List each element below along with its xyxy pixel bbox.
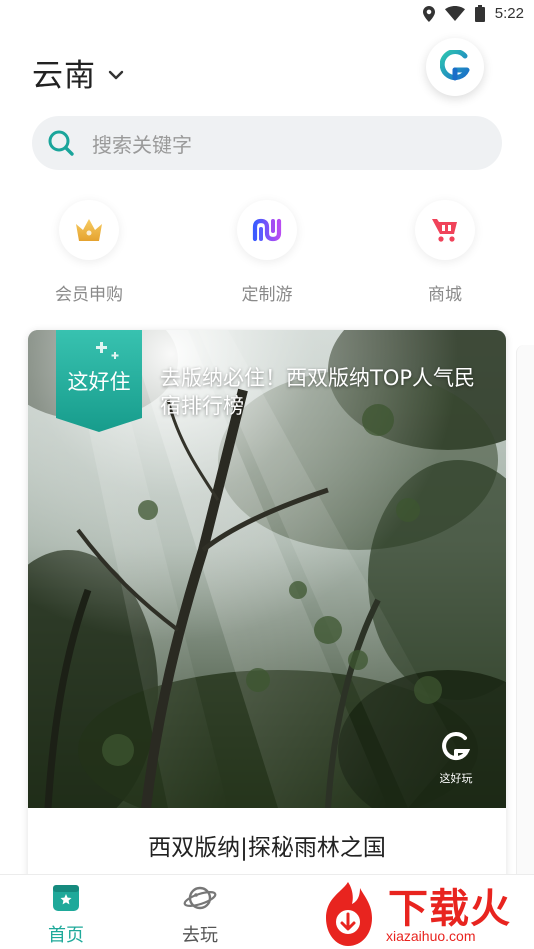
battery-icon (474, 5, 485, 22)
custom-tour-icon (252, 218, 282, 242)
status-bar: 5:22 (0, 0, 534, 30)
quick-nav: 会员申购 定制游 商城 (0, 200, 534, 310)
promo-name: 下载火 (388, 886, 511, 932)
region-name: 云南 (32, 58, 96, 94)
watermark-text: 这好玩 (439, 772, 473, 785)
quick-item-membership[interactable]: 会员申购 (29, 200, 149, 305)
card-overlay-title: 去版纳必住！西双版纳TOP人气民宿排行榜 (160, 366, 476, 418)
search-placeholder: 搜索关键字 (92, 132, 192, 157)
tab-label: 去玩 (182, 925, 218, 946)
shopping-cart-icon (432, 219, 457, 242)
tab-explore[interactable]: 去玩 (160, 883, 240, 947)
wifi-icon (444, 6, 465, 21)
quick-label: 会员申购 (55, 285, 123, 305)
card-image: 这好住 去版纳必住！西双版纳TOP人气民宿排行榜 这好玩 (28, 330, 506, 808)
tab-home[interactable]: 首页 (26, 883, 106, 947)
search-bar[interactable]: 搜索关键字 (32, 116, 502, 170)
location-icon (422, 5, 435, 22)
card-badge: 这好住 (56, 330, 142, 432)
app-screen: 5:22 云南 搜索关键字 会员申购 定制游 商城 这好住 去版纳必住！西双版纳… (0, 0, 534, 949)
home-tab-icon (53, 885, 79, 911)
quick-circle (415, 200, 475, 260)
search-icon (48, 130, 74, 156)
promo-url: xiazaihuo.com (386, 928, 476, 944)
promo-watermark: 下载火 xiazaihuo.com (312, 878, 534, 949)
card-watermark: 这好玩 (436, 732, 476, 786)
badge-label: 这好住 (67, 370, 131, 394)
crown-icon (76, 219, 102, 241)
quick-label: 商城 (428, 285, 462, 305)
card-title: 西双版纳|探秘雨林之国 (148, 835, 386, 861)
quick-item-custom-tour[interactable]: 定制游 (207, 200, 327, 305)
brand-logo-button[interactable] (426, 38, 484, 96)
watermark-logo-icon (442, 732, 471, 761)
quick-label: 定制游 (241, 285, 293, 305)
quick-circle (59, 200, 119, 260)
quick-item-mall[interactable]: 商城 (385, 200, 505, 305)
tab-label: 首页 (48, 925, 84, 946)
chevron-down-icon (108, 70, 124, 79)
region-selector[interactable]: 云南 (32, 50, 124, 95)
flame-logo-icon (326, 882, 372, 946)
brand-logo-icon (440, 50, 470, 81)
feature-card[interactable]: 这好住 去版纳必住！西双版纳TOP人气民宿排行榜 这好玩 西双版纳|探秘雨林之国 (28, 330, 506, 890)
status-time: 5:22 (494, 5, 524, 22)
next-card-peek[interactable] (516, 345, 534, 885)
quick-circle (237, 200, 297, 260)
planet-icon (183, 886, 217, 910)
